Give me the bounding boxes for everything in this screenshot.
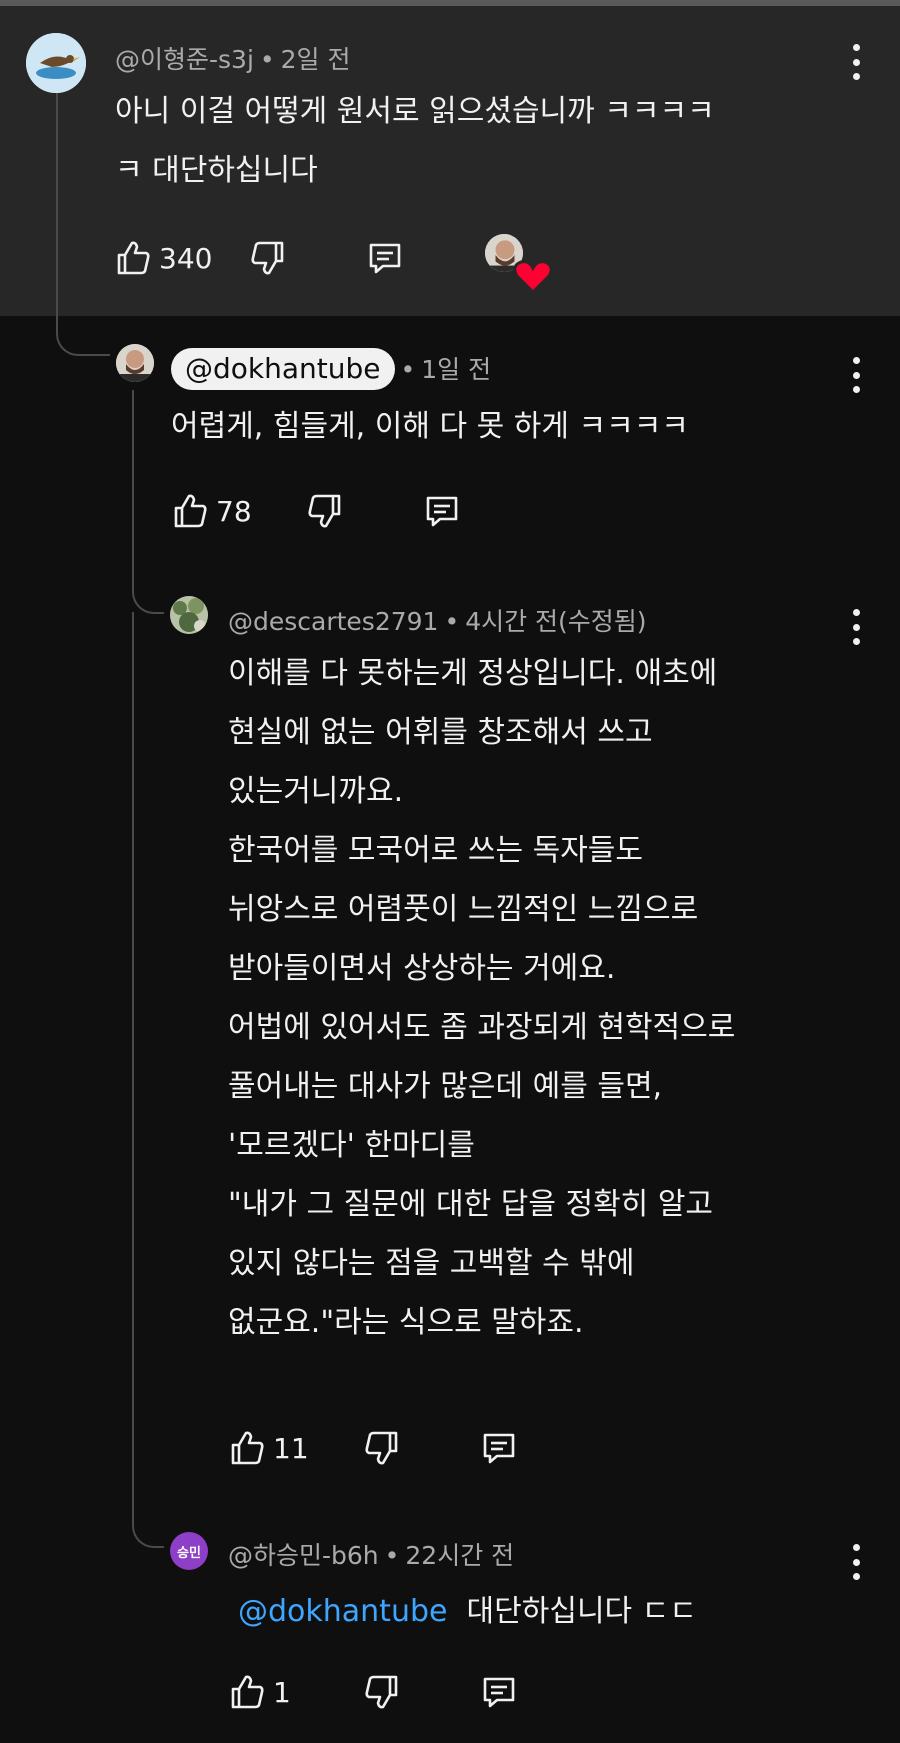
thread-connector bbox=[132, 390, 164, 614]
more-options-button[interactable] bbox=[850, 44, 862, 80]
comment-line: 한국어를 모국어로 쓰는 독자들도 bbox=[228, 833, 644, 868]
comment-line: 이해를 다 못하는게 정상입니다. 애초에 bbox=[228, 656, 718, 691]
reply-button[interactable] bbox=[479, 1672, 519, 1712]
comment-time: 4시간 전(수정됨) bbox=[465, 607, 647, 636]
thumbs-up-icon bbox=[174, 494, 207, 528]
purple-initials-avatar-icon: 승민 bbox=[177, 1545, 201, 1561]
mention-link[interactable]: @dokhantube bbox=[238, 1594, 447, 1629]
avatar-icon[interactable] bbox=[26, 33, 86, 93]
reply-button[interactable] bbox=[422, 491, 462, 531]
seabird-avatar-icon bbox=[26, 33, 86, 93]
comment-line-text: 대단하십니다 ㄷㄷ bbox=[466, 1594, 697, 1629]
comment-meta: @하승민-b6h • 22시간 전 bbox=[228, 1536, 514, 1572]
thread-connector bbox=[132, 612, 164, 1548]
reply-button[interactable] bbox=[365, 238, 405, 278]
thumbs-down-icon bbox=[308, 494, 341, 528]
like-button[interactable]: 340 bbox=[113, 238, 212, 278]
channel-owner-chip[interactable]: @dokhantube bbox=[171, 348, 395, 390]
reply-icon bbox=[483, 1433, 515, 1464]
thumbs-down-icon bbox=[365, 1431, 398, 1465]
like-button[interactable]: 78 bbox=[170, 491, 252, 531]
comment-meta: @이형준-s3j • 2일 전 bbox=[115, 40, 351, 76]
reply-icon bbox=[483, 1677, 515, 1708]
more-options-button[interactable] bbox=[850, 609, 862, 645]
comment-time: 1일 전 bbox=[421, 355, 492, 384]
comment-line: 없군요."라는 식으로 말하죠. bbox=[228, 1305, 584, 1340]
comment-author[interactable]: @descartes2791 bbox=[228, 607, 438, 636]
like-count: 1 bbox=[273, 1675, 291, 1709]
comment-line: '모르겠다' 한마디를 bbox=[228, 1128, 475, 1163]
comment-line: 있는거니까요. bbox=[228, 774, 404, 809]
comment-text: 이해를 다 못하는게 정상입니다. 애초에 현실에 없는 어휘를 창조해서 쓰고… bbox=[228, 644, 735, 1352]
like-count: 11 bbox=[273, 1431, 309, 1465]
separator-dot: • bbox=[384, 1541, 400, 1570]
thumbs-up-icon bbox=[117, 241, 150, 275]
bald-man-avatar-icon bbox=[116, 344, 154, 382]
dislike-button[interactable] bbox=[305, 491, 345, 531]
heart-icon bbox=[513, 260, 553, 295]
like-button[interactable]: 1 bbox=[227, 1672, 291, 1712]
comment-line: 어렵게, 힘들게, 이해 다 못 하게 ㅋㅋㅋㅋ bbox=[171, 409, 689, 444]
avatar-icon[interactable] bbox=[170, 596, 208, 634]
comment-meta: @descartes2791 • 4시간 전(수정됨) bbox=[228, 602, 647, 638]
thumbs-up-icon bbox=[231, 1431, 264, 1465]
avatar-icon[interactable]: 승민 bbox=[170, 1532, 208, 1570]
thumbs-up-icon bbox=[231, 1675, 264, 1709]
like-button[interactable]: 11 bbox=[227, 1428, 309, 1468]
comment-line: 뉘앙스로 어렴풋이 느낌적인 느낌으로 bbox=[228, 892, 699, 927]
plant-photo-avatar-icon bbox=[170, 596, 208, 634]
dislike-button[interactable] bbox=[248, 238, 288, 278]
thread-connector bbox=[56, 78, 110, 356]
reply-icon bbox=[369, 243, 401, 274]
comment-line: @dokhantube 대단하십니다 ㄷㄷ bbox=[238, 1582, 697, 1641]
reply-button[interactable] bbox=[479, 1428, 519, 1468]
thumbs-down-icon bbox=[365, 1675, 398, 1709]
comment-line: ㅋ 대단하십니다 bbox=[115, 153, 318, 188]
separator-dot: • bbox=[444, 607, 460, 636]
separator-dot: • bbox=[400, 355, 416, 384]
avatar-icon[interactable] bbox=[116, 344, 154, 382]
comment-meta: @dokhantube • 1일 전 bbox=[171, 348, 491, 390]
like-count: 340 bbox=[159, 241, 213, 275]
more-options-button[interactable] bbox=[850, 357, 862, 393]
thumbs-down-icon bbox=[251, 241, 284, 275]
comment-author[interactable]: @이형준-s3j bbox=[115, 45, 254, 74]
comment-line: 아니 이걸 어떻게 원서로 읽으셨습니까 ㅋㅋㅋㅋ bbox=[115, 94, 715, 129]
dislike-button[interactable] bbox=[362, 1428, 402, 1468]
reply-icon bbox=[426, 496, 458, 527]
comment-line: 어법에 있어서도 좀 과장되게 현학적으로 bbox=[228, 1010, 736, 1045]
comment-text: 어렵게, 힘들게, 이해 다 못 하게 ㅋㅋㅋㅋ bbox=[171, 397, 689, 456]
comment-text: @dokhantube 대단하십니다 ㄷㄷ bbox=[238, 1582, 697, 1641]
comment-text: 아니 이걸 어떻게 원서로 읽으셨습니까 ㅋㅋㅋㅋ ㅋ 대단하십니다 bbox=[115, 82, 715, 200]
comment-line: 받아들이면서 상상하는 거에요. bbox=[228, 951, 616, 986]
more-options-button[interactable] bbox=[850, 1544, 862, 1580]
comment-line: "내가 그 질문에 대한 답을 정확히 알고 bbox=[228, 1187, 714, 1222]
comment-time: 2일 전 bbox=[280, 45, 351, 74]
comment-line: 있지 않다는 점을 고백할 수 밖에 bbox=[228, 1246, 635, 1281]
comment-author[interactable]: @하승민-b6h bbox=[228, 1541, 379, 1570]
comment-line: 풀어내는 대사가 많은데 예를 들면, bbox=[228, 1069, 663, 1104]
dislike-button[interactable] bbox=[362, 1672, 402, 1712]
like-count: 78 bbox=[216, 494, 252, 528]
comment-line: 현실에 없는 어휘를 창조해서 쓰고 bbox=[228, 715, 653, 750]
creator-heart bbox=[485, 234, 553, 295]
separator-dot: • bbox=[259, 45, 275, 74]
comment-time: 22시간 전 bbox=[405, 1541, 515, 1570]
